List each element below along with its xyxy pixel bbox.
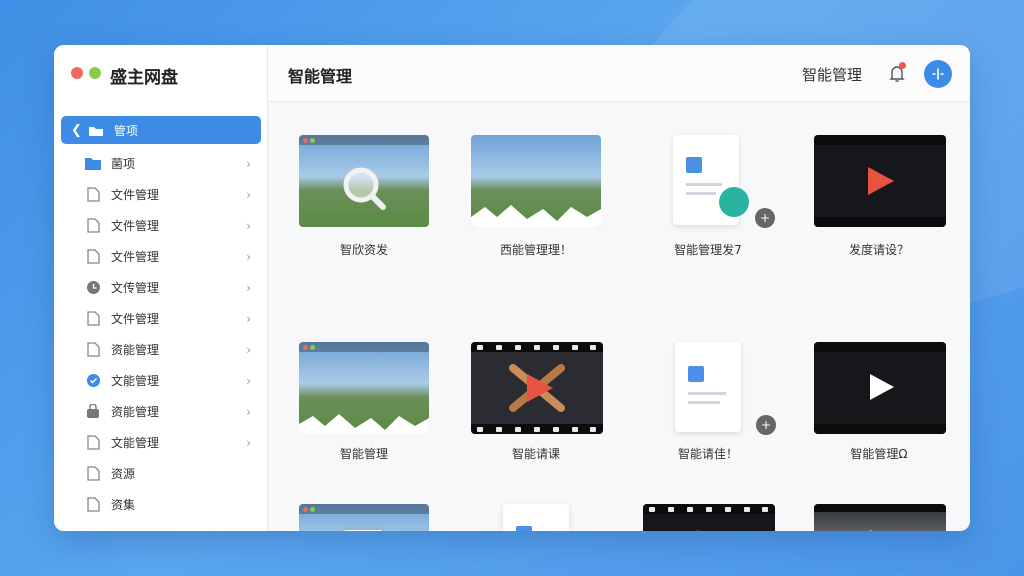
video-thumbnail <box>643 504 775 531</box>
chevron-right-icon: › <box>246 373 251 388</box>
add-icon[interactable]: + <box>755 208 775 228</box>
sidebar-item[interactable]: 菌项 › <box>61 148 261 179</box>
file-icon <box>85 435 101 451</box>
dialog-icon <box>343 530 383 531</box>
page-title: 智能管理 <box>288 67 353 86</box>
sidebar-item[interactable]: 资能管理 › <box>61 396 261 427</box>
play-icon[interactable] <box>870 374 894 400</box>
sidebar-item-label: 资能管理 <box>111 405 160 419</box>
sidebar-item-label: 文件管理 <box>111 250 160 264</box>
close-window-button[interactable] <box>71 67 83 79</box>
file-icon <box>85 218 101 234</box>
sidebar-item-label: 文传管理 <box>111 281 160 295</box>
sidebar-item-label: 文件管理 <box>111 312 160 326</box>
sidebar-item[interactable]: 资源 <box>61 458 261 489</box>
chevron-right-icon: › <box>246 404 251 419</box>
chevron-right-icon: › <box>246 187 251 202</box>
sidebar-item-active[interactable]: ❮ 管项 <box>61 116 261 144</box>
play-icon[interactable] <box>509 364 565 412</box>
image-thumbnail <box>471 135 601 227</box>
chevron-right-icon: › <box>246 218 251 233</box>
grid-item-label: 智能请佳！ <box>677 447 738 461</box>
play-icon[interactable] <box>697 530 723 531</box>
sparkle-icon <box>932 68 944 80</box>
sidebar-item-label: 文能管理 <box>111 374 160 388</box>
play-icon[interactable] <box>868 167 894 195</box>
lock-icon <box>85 404 101 420</box>
chevron-right-icon: › <box>246 249 251 264</box>
chevron-right-icon: › <box>246 156 251 171</box>
magnifier-icon <box>343 167 386 210</box>
grid-item-label: 发度请设？ <box>848 243 909 257</box>
file-icon <box>85 187 101 203</box>
chevron-right-icon: › <box>246 311 251 326</box>
play-icon[interactable] <box>870 530 894 531</box>
file-icon <box>85 249 101 265</box>
header-right-label[interactable]: 智能管理 <box>802 64 862 85</box>
grid-item-label: 智能请课 <box>511 447 560 461</box>
sidebar-item-label: 文件管理 <box>111 188 160 202</box>
sidebar-item-label: 资能管理 <box>111 343 160 357</box>
sidebar-item[interactable]: 文件管理 › <box>61 241 261 272</box>
zoom-window-button[interactable] <box>89 67 101 79</box>
file-icon <box>85 342 101 358</box>
sidebar-item[interactable]: 文传管理 › <box>61 272 261 303</box>
grid-item-label: 智能管理Ω <box>850 447 908 461</box>
sidebar-item-label: 文能管理 <box>111 436 160 450</box>
app-window: 盛主网盘 ❮ 管项 菌项 › 文件管理 › 文件管理 › 文件管理 › 文传管理… <box>54 45 970 531</box>
sidebar-item[interactable]: 文件管理 › <box>61 210 261 241</box>
back-chevron-icon[interactable]: ❮ <box>71 123 82 138</box>
image-thumbnail <box>299 504 429 531</box>
document-thumbnail <box>503 504 569 531</box>
video-thumbnail <box>471 342 603 434</box>
video-thumbnail <box>814 504 946 531</box>
app-badge-icon <box>719 187 749 217</box>
file-grid: 智欣资发 西能管理理！ + 智能管理发7 发度请设？ 智能管理 智能请课 + 智… <box>268 102 970 531</box>
add-icon[interactable]: + <box>756 415 776 435</box>
top-bar: 智能管理 智能管理 <box>268 45 970 102</box>
app-title: 盛主网盘 <box>110 68 178 88</box>
sidebar-item[interactable]: 文件管理 › <box>61 303 261 334</box>
sidebar-item[interactable]: 文能管理 › <box>61 427 261 458</box>
clock-icon <box>85 280 101 296</box>
chevron-right-icon: › <box>246 342 251 357</box>
grid-item-label: 西能管理理！ <box>499 243 572 257</box>
folder-icon <box>85 156 101 172</box>
sidebar-item[interactable]: 资集 <box>61 489 261 520</box>
chevron-right-icon: › <box>246 435 251 450</box>
sidebar: 盛主网盘 ❮ 管项 菌项 › 文件管理 › 文件管理 › 文件管理 › 文传管理… <box>54 45 268 531</box>
grid-item-label: 智欣资发 <box>339 243 388 257</box>
window-controls <box>71 67 101 79</box>
image-thumbnail <box>299 342 429 434</box>
sidebar-item-label: 资集 <box>111 498 136 512</box>
sidebar-nav: ❮ 管项 菌项 › 文件管理 › 文件管理 › 文件管理 › 文传管理 › 文件… <box>61 116 261 520</box>
notification-dot <box>899 62 906 69</box>
check-circle-icon <box>85 373 101 389</box>
grid-item-label: 智能管理发7 <box>674 243 742 257</box>
image-thumbnail <box>299 135 429 227</box>
sidebar-item[interactable]: 文能管理 › <box>61 365 261 396</box>
file-icon <box>85 466 101 482</box>
document-thumbnail <box>675 342 741 432</box>
video-thumbnail <box>814 342 946 434</box>
grid-item-label: 智能管理 <box>339 447 388 461</box>
file-icon <box>85 497 101 513</box>
chevron-right-icon: › <box>246 280 251 295</box>
video-thumbnail <box>814 135 946 227</box>
sidebar-item-label: 菌项 <box>111 157 136 171</box>
avatar[interactable] <box>924 60 952 88</box>
file-icon <box>85 311 101 327</box>
sidebar-item[interactable]: 资能管理 › <box>61 334 261 365</box>
sidebar-item[interactable]: 文件管理 › <box>61 179 261 210</box>
sidebar-item-label: 管项 <box>113 123 138 138</box>
folder-cloud-icon <box>88 122 104 138</box>
sidebar-item-label: 资源 <box>111 467 136 481</box>
sidebar-item-label: 文件管理 <box>111 219 160 233</box>
